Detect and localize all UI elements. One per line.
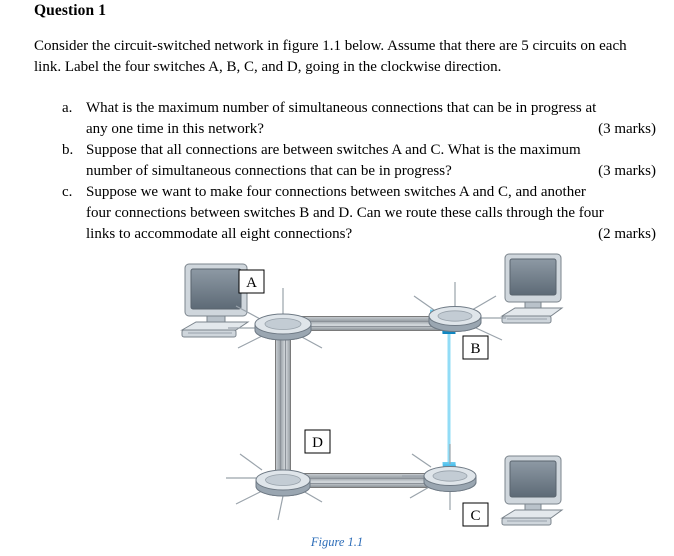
part-c-marker: c. [62, 184, 73, 200]
switch-label-c-text: C [470, 508, 480, 524]
part-b-line-2: number of simultaneous connections that … [86, 163, 452, 179]
switch-bottom-left [226, 453, 323, 521]
part-a-line-2: any one time in this network? [86, 121, 264, 137]
figure-caption: Figure 1.1 [310, 535, 364, 549]
part-b-body: Suppose that all connections are between… [86, 140, 656, 182]
switch-label-b: B [462, 335, 489, 360]
question-part-a: a. What is the maximum number of simulta… [56, 98, 656, 140]
question-part-c: c. Suppose we want to make four connecti… [56, 182, 656, 245]
switch-label-a-text: A [246, 275, 257, 291]
computer-top-left [180, 263, 250, 338]
network-figure: A B D C Figure 1.1 [0, 248, 674, 556]
switch-label-d: D [304, 429, 331, 454]
part-c-line-3: links to accommodate all eight connectio… [86, 226, 353, 242]
network-diagram: A B D C [180, 253, 564, 527]
part-c-body: Suppose we want to make four connections… [86, 182, 656, 245]
intro-line-1: Consider the circuit-switched network in… [34, 38, 596, 54]
question-part-b: b. Suppose that all connections are betw… [56, 140, 656, 182]
page-title: Question 1 [34, 2, 107, 19]
part-a-marker: a. [62, 100, 73, 116]
part-a-marks: (3 marks) [598, 121, 656, 137]
part-b-marks: (3 marks) [598, 163, 656, 179]
switch-label-b-text: B [470, 341, 480, 357]
part-c-marks: (2 marks) [598, 226, 656, 242]
computer-bottom-right [500, 455, 564, 526]
switch-label-c: C [462, 502, 489, 527]
part-b-line-1: Suppose that all connections are between… [86, 142, 581, 158]
switch-top-right [413, 282, 506, 341]
switch-label-a: A [238, 269, 265, 294]
computer-top-right [500, 253, 564, 324]
part-c-line-1: Suppose we want to make four connections… [86, 184, 586, 200]
part-b-marker: b. [62, 142, 74, 158]
part-a-body: What is the maximum number of simultaneo… [86, 98, 656, 140]
switch-label-d-text: D [312, 435, 323, 451]
document-page: Question 1 Consider the circuit-switched… [0, 0, 674, 556]
part-a-line-1: What is the maximum number of simultaneo… [86, 100, 597, 116]
link-left-vertical [275, 326, 291, 481]
part-c-line-2: four connections between switches B and … [86, 205, 604, 221]
question-parts: a. What is the maximum number of simulta… [56, 98, 656, 245]
question-intro: Consider the circuit-switched network in… [34, 36, 648, 78]
